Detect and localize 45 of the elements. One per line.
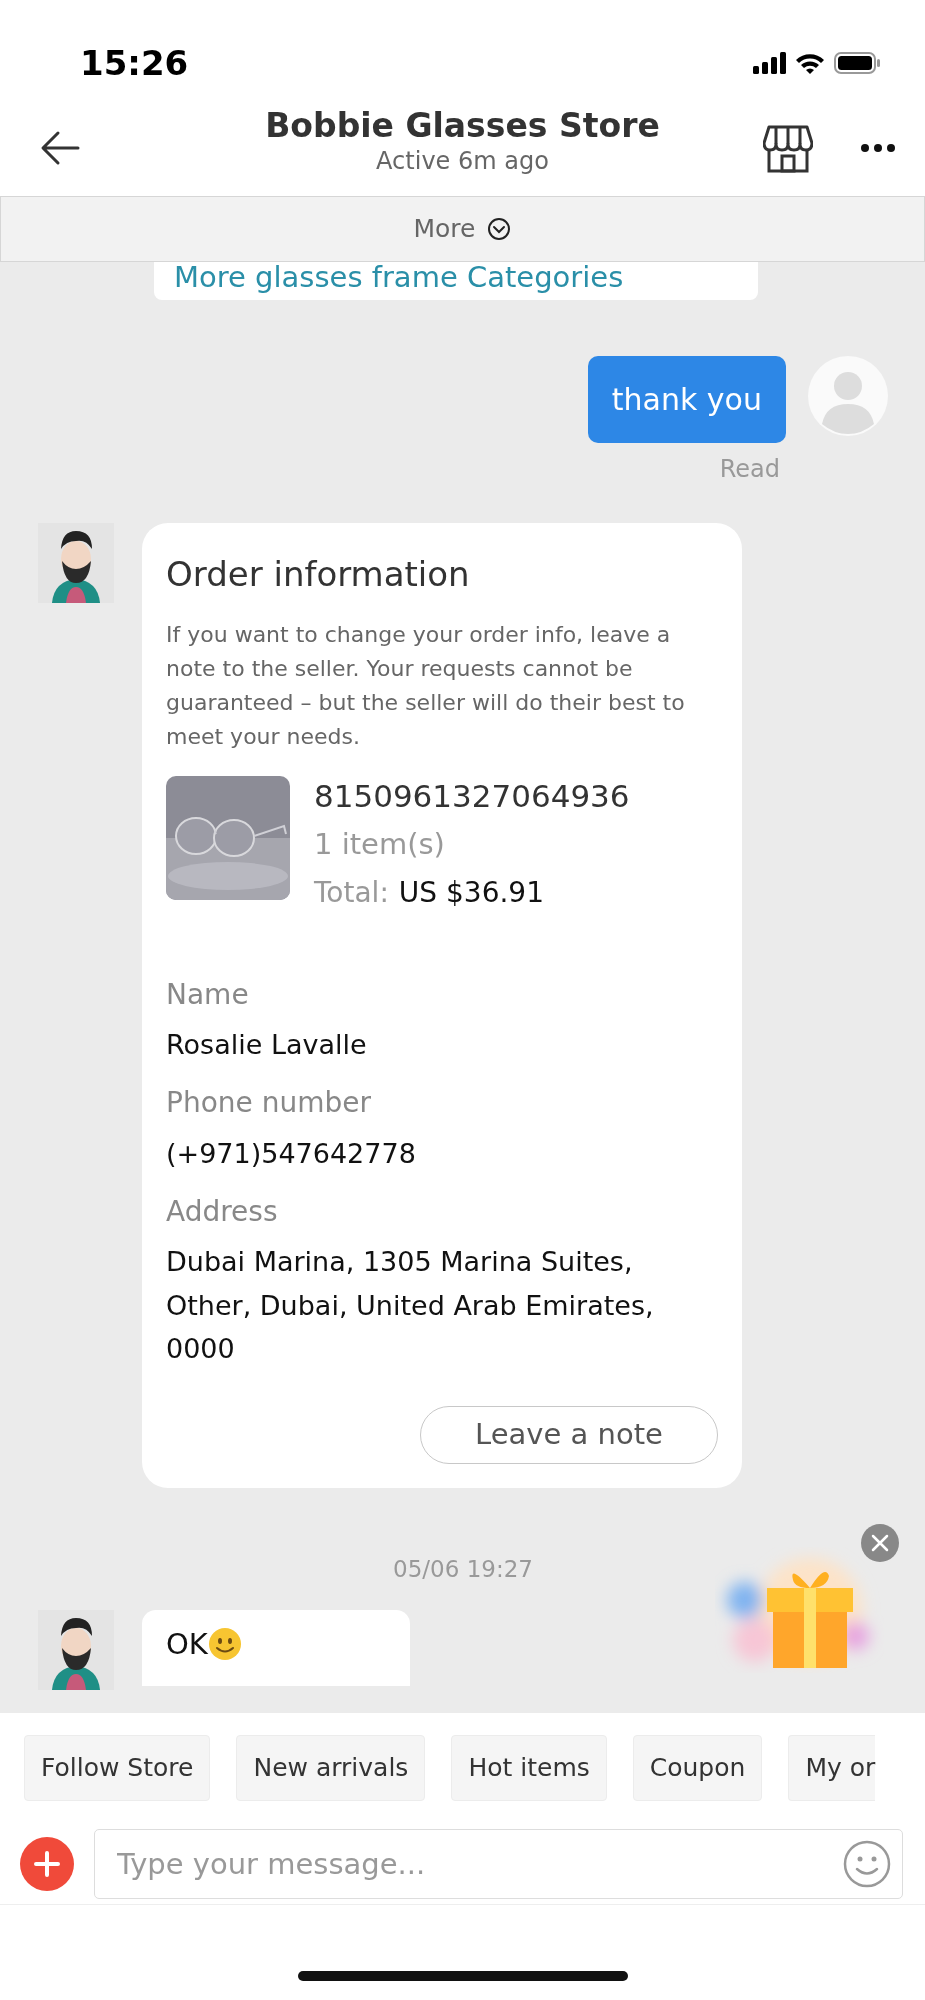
signal-icon bbox=[753, 52, 786, 74]
order-number: 8150961327064936 bbox=[314, 777, 630, 817]
store-icon bbox=[763, 123, 813, 173]
battery-icon bbox=[834, 52, 881, 74]
field-label: Address bbox=[166, 1193, 279, 1230]
message-input[interactable]: Type your message... bbox=[94, 1828, 903, 1899]
field-value: Rosalie Lavalle bbox=[166, 1028, 368, 1063]
field-label: Name bbox=[166, 976, 250, 1013]
field-value: (+971)547642778 bbox=[166, 1136, 417, 1171]
close-button[interactable] bbox=[861, 1524, 899, 1562]
card-title: Order information bbox=[166, 553, 471, 596]
total-amount: US $36.91 bbox=[398, 875, 544, 909]
seller-avatar-icon bbox=[38, 1610, 114, 1691]
item-count: 1 item(s) bbox=[314, 825, 446, 863]
more-options-button[interactable] bbox=[861, 144, 895, 152]
message-timestamp: 05/06 19:27 bbox=[392, 1554, 534, 1584]
store-name: Bobbie Glasses Store bbox=[264, 106, 661, 146]
quick-reply-chip[interactable]: My or bbox=[788, 1735, 876, 1801]
read-receipt: Read bbox=[718, 454, 780, 485]
total-label: Total: bbox=[314, 875, 389, 909]
message-text: thank you bbox=[611, 381, 762, 419]
close-icon bbox=[870, 1533, 890, 1553]
wifi-icon bbox=[794, 51, 826, 75]
emoji-icon bbox=[843, 1839, 891, 1888]
store-button[interactable] bbox=[763, 123, 813, 173]
chevron-down-icon bbox=[487, 217, 512, 241]
seller-avatar-icon bbox=[38, 523, 114, 603]
order-note-text: If you want to change your order info, leave a note to the seller. Your requests cannot be guaranteed – but the seller will do their best to meet your needs. bbox=[166, 621, 686, 752]
category-link[interactable]: More glasses frame Categories bbox=[174, 262, 624, 294]
message-text: OK bbox=[166, 1625, 208, 1663]
quick-reply-chip[interactable]: Coupon bbox=[632, 1735, 763, 1801]
field-label: Phone number bbox=[166, 1085, 372, 1122]
active-status: Active 6m ago bbox=[375, 145, 550, 177]
quick-reply-chip[interactable]: Hot items bbox=[451, 1735, 607, 1801]
quick-reply-chip[interactable]: Follow Store bbox=[24, 1735, 211, 1801]
quick-reply-chip[interactable]: New arrivals bbox=[236, 1735, 426, 1801]
emoji-button[interactable] bbox=[843, 1839, 891, 1888]
leave-note-button[interactable]: Leave a note bbox=[420, 1405, 718, 1464]
more-toggle[interactable]: More bbox=[413, 210, 476, 248]
user-avatar-icon bbox=[808, 356, 888, 436]
status-time: 15:26 bbox=[80, 41, 189, 85]
plus-icon bbox=[33, 1849, 61, 1878]
more-options-icon bbox=[861, 144, 895, 152]
add-button[interactable] bbox=[20, 1836, 74, 1891]
field-value: Dubai Marina, 1305 Marina Suites, Other, Dubai, United Arab Emirates, 0000 bbox=[166, 1245, 655, 1366]
